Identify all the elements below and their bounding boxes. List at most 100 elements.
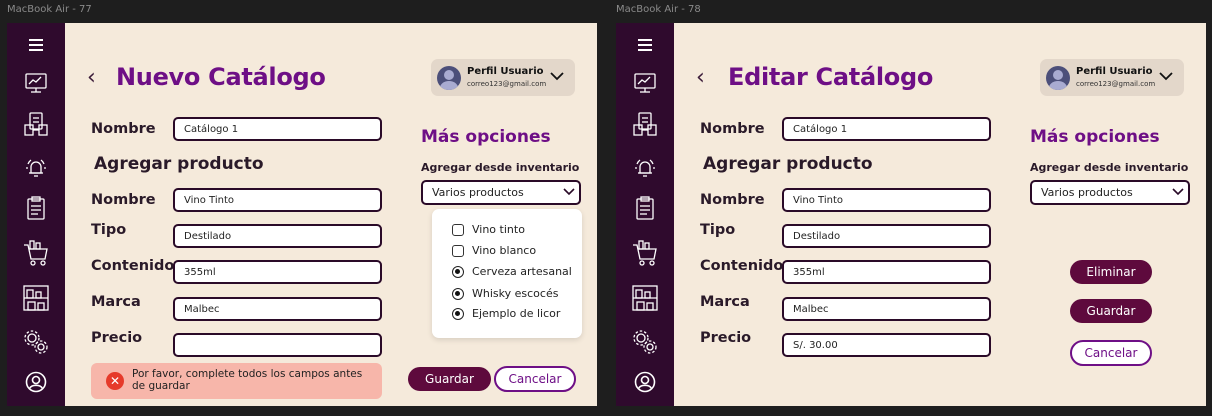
- profile-email: correo123@gmail.com: [467, 80, 547, 88]
- catalog-name-label: Nombre: [700, 121, 765, 137]
- alarm-icon[interactable]: [7, 156, 65, 180]
- inventory-select[interactable]: Varios productos: [1030, 180, 1190, 205]
- nombre-label: Nombre: [91, 192, 156, 208]
- option-label: Ejemplo de licor: [472, 307, 561, 320]
- dashboard-icon[interactable]: [7, 71, 65, 95]
- catalog-name-input[interactable]: Catálogo 1: [173, 117, 382, 141]
- chevron-down-icon[interactable]: [1159, 68, 1173, 86]
- tipo-label: Tipo: [91, 222, 127, 238]
- profile-menu[interactable]: Perfil Usuario correo123@gmail.com: [1040, 59, 1184, 96]
- page-title: Nuevo Catálogo: [116, 63, 326, 91]
- menu-icon[interactable]: [616, 35, 674, 55]
- cancel-button[interactable]: Cancelar: [1070, 340, 1152, 366]
- more-options-heading: Más opciones: [1030, 127, 1160, 147]
- settings-icon[interactable]: [616, 328, 674, 356]
- report-icon[interactable]: [7, 195, 65, 221]
- alarm-icon[interactable]: [616, 156, 674, 180]
- option-ejemplo-de-licor[interactable]: Ejemplo de licor: [452, 307, 560, 320]
- inventory-select-value: Varios productos: [1041, 186, 1133, 199]
- avatar: [437, 66, 461, 90]
- option-label: Whisky escocés: [472, 287, 559, 300]
- catalog-name-label: Nombre: [91, 121, 156, 137]
- nombre-input[interactable]: Vino Tinto: [782, 188, 991, 212]
- contenido-input[interactable]: 355ml: [782, 260, 991, 284]
- option-vino-tinto[interactable]: Vino tinto: [452, 223, 525, 236]
- save-button[interactable]: Guardar: [1070, 299, 1152, 323]
- menu-icon[interactable]: [7, 35, 65, 55]
- back-chevron-icon[interactable]: ‹: [87, 67, 96, 89]
- error-x-icon: ✕: [106, 372, 124, 390]
- inventory-label: Agregar desde inventario: [1030, 161, 1189, 174]
- main-content: ‹ Editar Catálogo Perfil Usuario correo1…: [674, 23, 1206, 406]
- marca-label: Marca: [700, 294, 750, 310]
- more-options-heading: Más opciones: [421, 127, 551, 147]
- option-label: Vino tinto: [472, 223, 525, 236]
- add-product-heading: Agregar producto: [703, 154, 873, 174]
- back-chevron-icon[interactable]: ‹: [696, 67, 705, 89]
- chevron-down-icon[interactable]: [550, 68, 564, 86]
- option-cerveza-artesanal[interactable]: Cerveza artesanal: [452, 265, 572, 278]
- profile-name: Perfil Usuario: [1076, 66, 1153, 77]
- profile-menu[interactable]: Perfil Usuario correo123@gmail.com: [431, 59, 575, 96]
- main-content: ‹ Nuevo Catálogo Perfil Usuario correo12…: [65, 23, 597, 406]
- contenido-label: Contenido: [700, 258, 784, 274]
- catalog-icon[interactable]: [7, 111, 65, 137]
- user-icon[interactable]: [7, 369, 65, 395]
- delete-button[interactable]: Eliminar: [1070, 260, 1152, 284]
- profile-email: correo123@gmail.com: [1076, 80, 1156, 88]
- add-product-heading: Agregar producto: [94, 154, 264, 174]
- contenido-label: Contenido: [91, 258, 175, 274]
- option-whisky-escoces[interactable]: Whisky escocés: [452, 287, 558, 300]
- error-message: Por favor, complete todos los campos ant…: [132, 368, 363, 392]
- cancel-button[interactable]: Cancelar: [494, 366, 576, 392]
- inventory-select-value: Varios productos: [432, 186, 524, 199]
- inventory-dropdown: Vino tinto Vino blanco Cerveza artesanal…: [432, 209, 582, 338]
- save-button[interactable]: Guardar: [408, 367, 491, 391]
- sidebar: [7, 23, 65, 406]
- error-alert: ✕ Por favor, complete todos los campos a…: [91, 363, 382, 399]
- tipo-label: Tipo: [700, 222, 736, 238]
- marca-input[interactable]: Malbec: [173, 297, 382, 321]
- radio-checked-icon[interactable]: [452, 307, 464, 320]
- precio-input[interactable]: [173, 333, 382, 357]
- warehouse-icon[interactable]: [616, 283, 674, 313]
- sidebar: [616, 23, 674, 406]
- contenido-input[interactable]: 355ml: [173, 260, 382, 284]
- profile-name: Perfil Usuario: [467, 66, 544, 77]
- precio-label: Precio: [91, 330, 143, 346]
- frame-editar-catalogo: ‹ Editar Catálogo Perfil Usuario correo1…: [616, 23, 1206, 406]
- frame-nuevo-catalogo: ‹ Nuevo Catálogo Perfil Usuario correo12…: [7, 23, 597, 406]
- checkbox-icon[interactable]: [452, 244, 464, 257]
- cart-icon[interactable]: [616, 238, 674, 268]
- avatar: [1046, 66, 1070, 90]
- inventory-label: Agregar desde inventario: [421, 161, 580, 174]
- marca-label: Marca: [91, 294, 141, 310]
- nombre-label: Nombre: [700, 192, 765, 208]
- tipo-input[interactable]: Destilado: [782, 224, 991, 248]
- option-label: Cerveza artesanal: [472, 265, 572, 278]
- chevron-down-icon: [563, 184, 575, 202]
- frame-label-78: MacBook Air - 78: [616, 4, 701, 15]
- report-icon[interactable]: [616, 195, 674, 221]
- precio-label: Precio: [700, 330, 752, 346]
- page-title: Editar Catálogo: [728, 63, 934, 91]
- marca-input[interactable]: Malbec: [782, 297, 991, 321]
- catalog-name-input[interactable]: Catálogo 1: [782, 117, 991, 141]
- option-vino-blanco[interactable]: Vino blanco: [452, 244, 536, 257]
- chevron-down-icon: [1172, 184, 1184, 202]
- checkbox-icon[interactable]: [452, 223, 464, 236]
- tipo-input[interactable]: Destilado: [173, 224, 382, 248]
- precio-input[interactable]: S/. 30.00: [782, 333, 991, 357]
- catalog-icon[interactable]: [616, 111, 674, 137]
- cart-icon[interactable]: [7, 238, 65, 268]
- warehouse-icon[interactable]: [7, 283, 65, 313]
- option-label: Vino blanco: [472, 244, 537, 257]
- inventory-select[interactable]: Varios productos: [421, 180, 581, 205]
- nombre-input[interactable]: Vino Tinto: [173, 188, 382, 212]
- frame-label-77: MacBook Air - 77: [7, 4, 92, 15]
- settings-icon[interactable]: [7, 328, 65, 356]
- radio-checked-icon[interactable]: [452, 265, 464, 278]
- dashboard-icon[interactable]: [616, 71, 674, 95]
- user-icon[interactable]: [616, 369, 674, 395]
- radio-checked-icon[interactable]: [452, 287, 464, 300]
